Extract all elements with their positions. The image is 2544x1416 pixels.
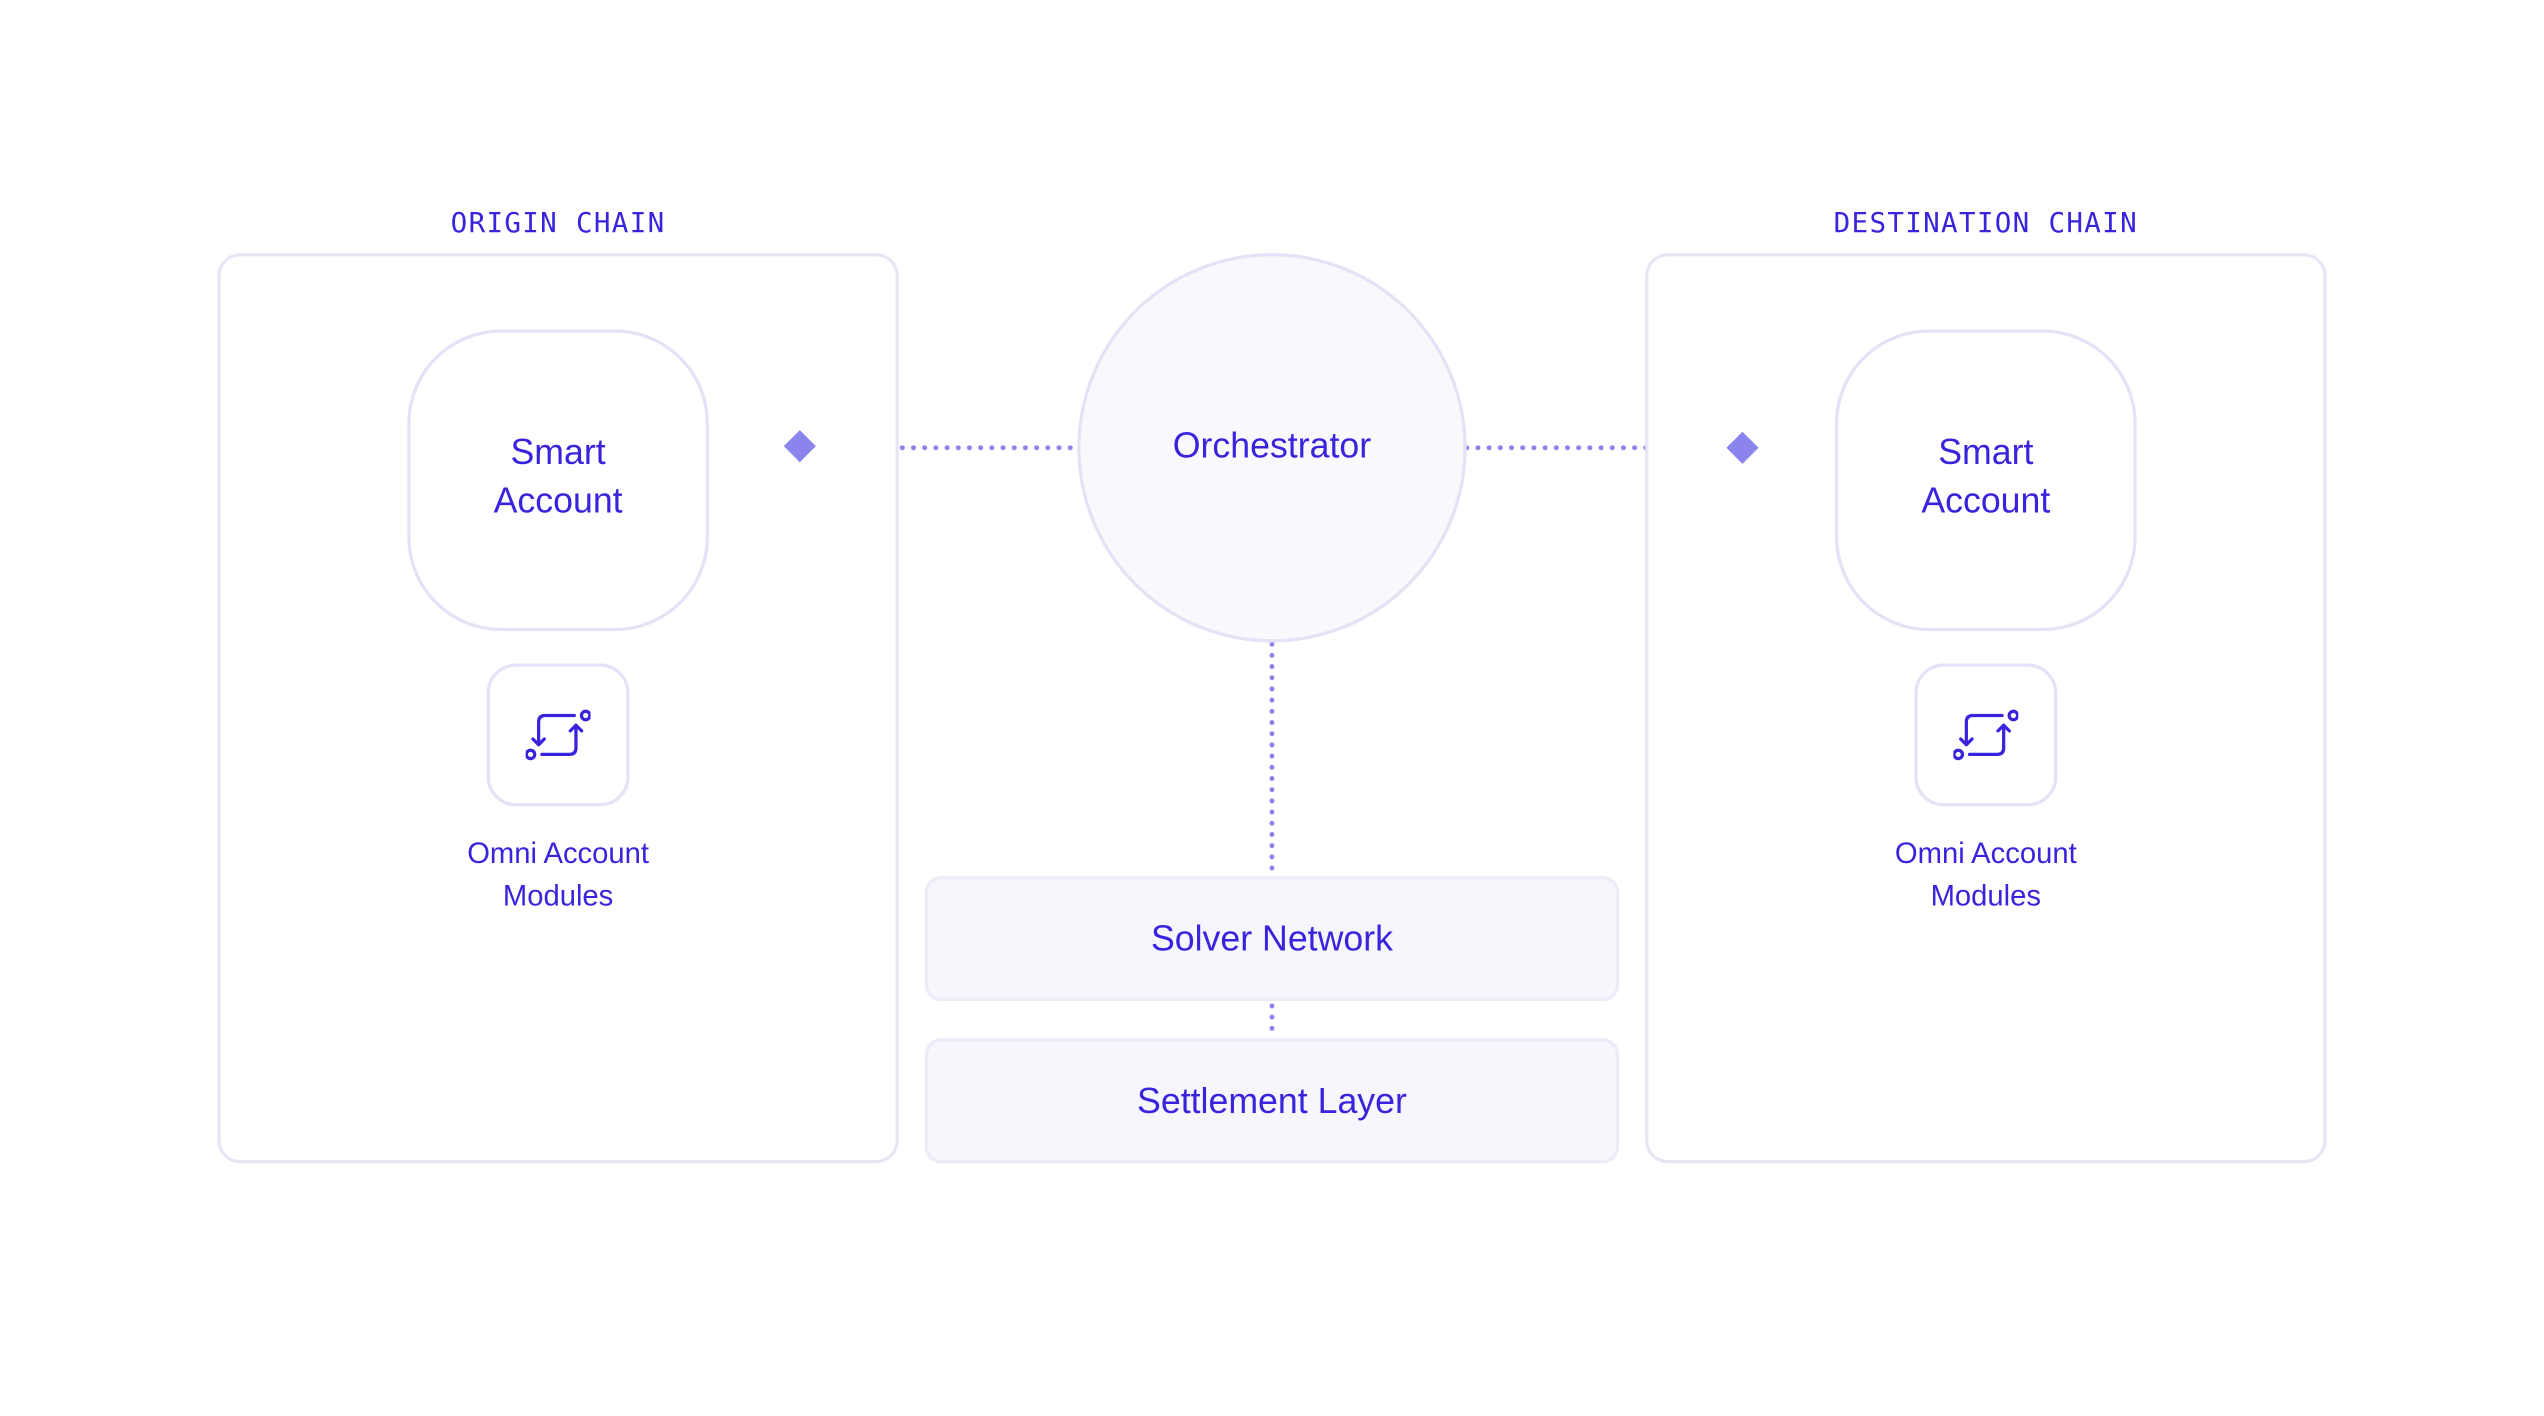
solver-network-label: Solver Network [1150,917,1393,959]
orchestrator-label: Orchestrator [1172,425,1372,466]
diamond-marker-icon [1726,431,1759,464]
solver-network-layer: Solver Network [924,876,1620,1002]
diamond-marker-icon [783,430,816,463]
settlement-layer-label: Settlement Layer [1137,1079,1407,1121]
orchestrator-node: Orchestrator [1077,253,1467,643]
architecture-diagram: ORIGIN CHAIN Smart Account Omni Account … [0,0,2544,1416]
endpoint-layer [783,430,1759,464]
settlement-layer: Settlement Layer [924,1038,1620,1164]
